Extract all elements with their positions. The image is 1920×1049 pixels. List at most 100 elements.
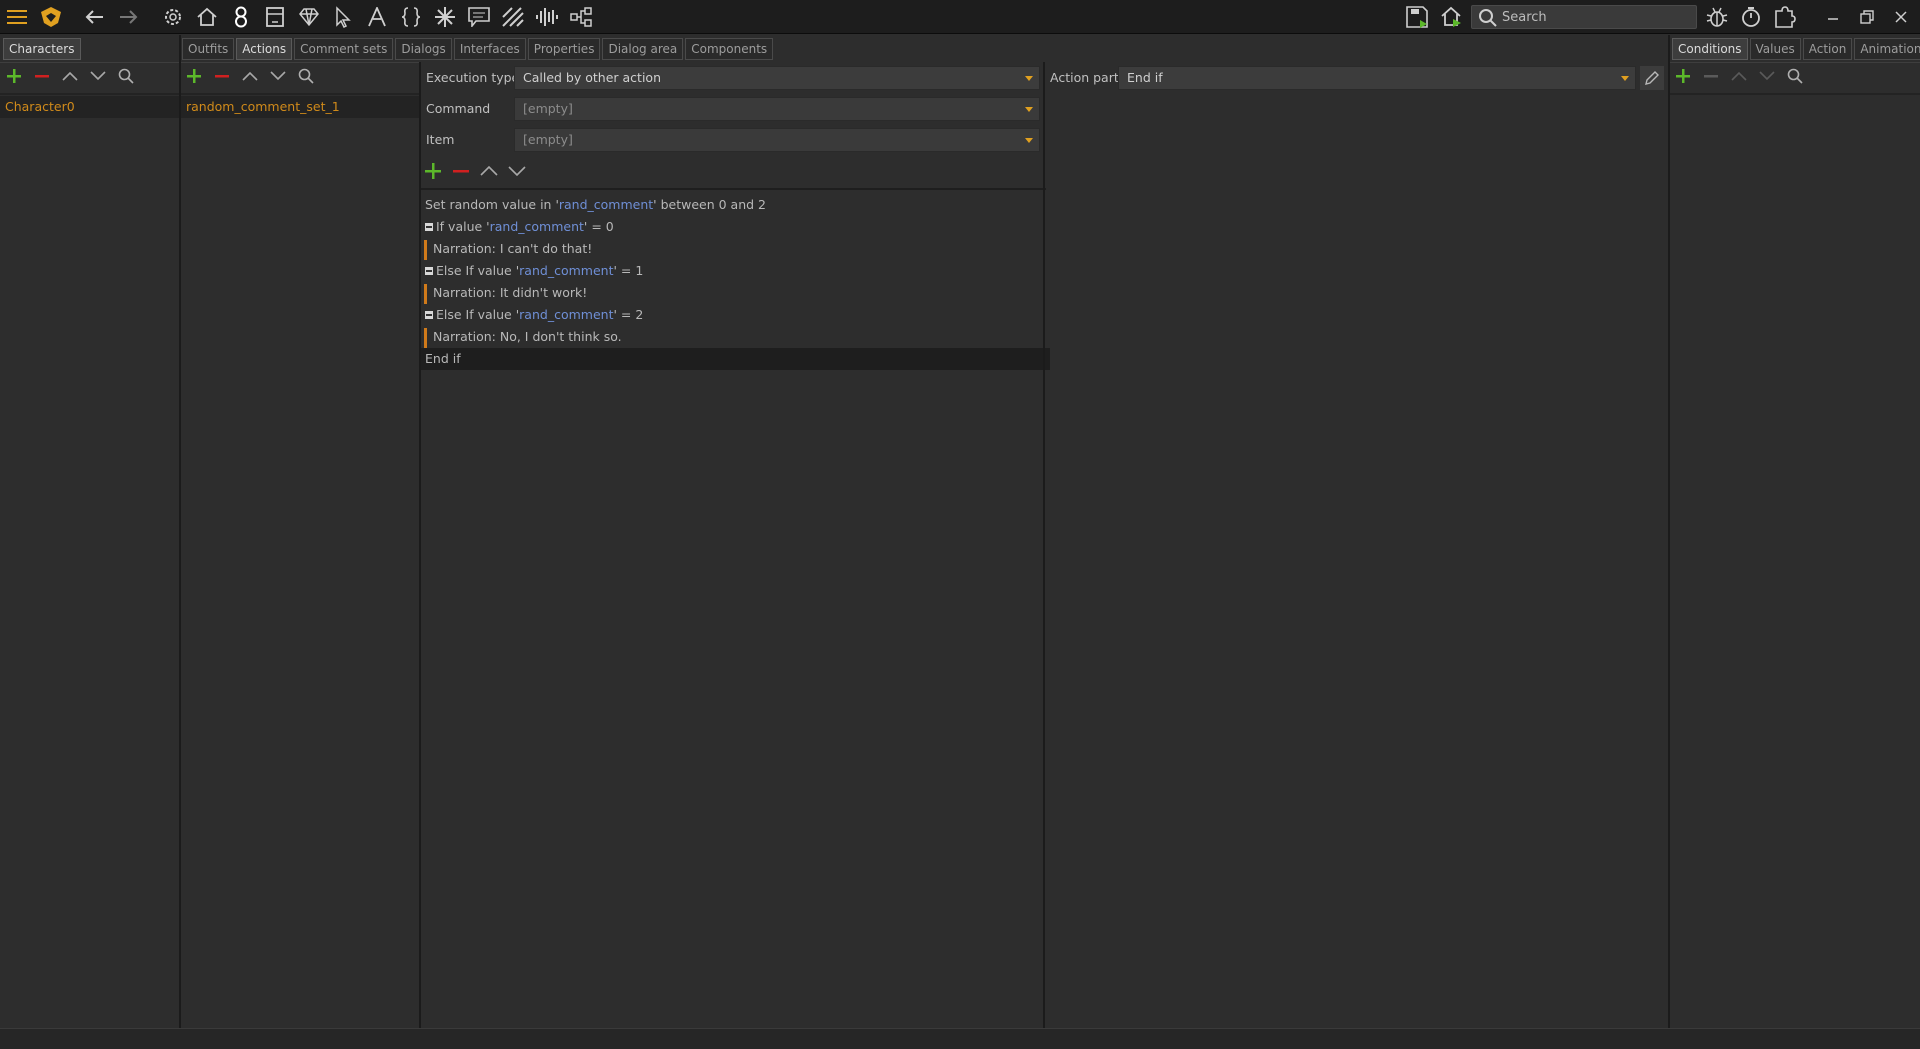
list-item-action[interactable]: random_comment_set_1 [181, 96, 419, 118]
script-text: If value ' [436, 219, 490, 234]
execution-type-value: Called by other action [523, 70, 661, 85]
add-condition-button[interactable] [1673, 66, 1693, 86]
add-action-button[interactable] [184, 66, 204, 86]
panel-separator [1043, 62, 1045, 1028]
tab-comment-sets[interactable]: Comment sets [294, 38, 394, 60]
script-line-else-if[interactable]: Else If value 'rand_comment' = 1 [421, 260, 1044, 282]
collapse-toggle-icon[interactable] [425, 311, 433, 319]
item-dropdown[interactable]: [empty] [514, 128, 1040, 152]
script-line-set-random[interactable]: Set random value in 'rand_comment' betwe… [421, 194, 1048, 216]
remove-script-line-button[interactable] [451, 161, 471, 181]
action-part-label: Action part [1050, 70, 1119, 85]
move-down-chevron-icon[interactable] [88, 66, 108, 86]
home-icon[interactable] [194, 4, 220, 30]
divider [1670, 62, 1920, 63]
forward-arrow-icon[interactable] [115, 4, 141, 30]
move-up-chevron-icon[interactable] [240, 66, 260, 86]
list-item-character[interactable]: Character0 [0, 96, 179, 118]
move-up-chevron-icon[interactable] [1729, 66, 1749, 86]
command-dropdown[interactable]: [empty] [514, 97, 1040, 121]
edit-pencil-icon[interactable] [1640, 66, 1664, 90]
menu-icon[interactable] [4, 4, 30, 30]
tab-animation-frame[interactable]: Animation fram [1854, 38, 1920, 60]
save-icon[interactable] [1404, 4, 1430, 30]
collapse-toggle-icon[interactable] [425, 267, 433, 275]
command-label: Command [426, 101, 491, 116]
remove-condition-button[interactable] [1701, 66, 1721, 86]
tab-conditions[interactable]: Conditions [1672, 38, 1748, 60]
search-conditions-icon[interactable] [1785, 66, 1805, 86]
character-icon[interactable] [228, 4, 254, 30]
execution-type-dropdown[interactable]: Called by other action [514, 66, 1040, 90]
collapse-toggle-icon[interactable] [425, 223, 433, 231]
move-down-chevron-icon[interactable] [268, 66, 288, 86]
script-line-narration[interactable]: Narration: It didn't work! [421, 282, 1044, 304]
script-variable: rand_comment [558, 197, 654, 212]
tab-dialog-area[interactable]: Dialog area [602, 38, 684, 60]
debug-bug-icon[interactable] [1704, 4, 1730, 30]
diamond-icon[interactable] [296, 4, 322, 30]
font-icon[interactable] [364, 4, 390, 30]
chevron-down-icon [1025, 107, 1033, 112]
plugins-puzzle-icon[interactable] [1772, 4, 1798, 30]
tab-dialogs[interactable]: Dialogs [395, 38, 452, 60]
move-down-chevron-icon[interactable] [507, 161, 527, 181]
tab-interfaces[interactable]: Interfaces [453, 38, 526, 60]
search-actions-icon[interactable] [296, 66, 316, 86]
characters-toolbar [4, 65, 136, 87]
tab-action[interactable]: Action [1802, 38, 1853, 60]
action-part-dropdown[interactable]: End if [1118, 66, 1636, 90]
tab-characters[interactable]: Characters [3, 38, 81, 60]
panel-separator [179, 35, 181, 1028]
search-input[interactable]: Search [1471, 5, 1697, 29]
audio-waveform-icon[interactable] [534, 4, 560, 30]
script-line-else-if[interactable]: Else If value 'rand_comment' = 2 [421, 304, 1044, 326]
script-text: Else If value ' [436, 307, 520, 322]
tab-components[interactable]: Components [685, 38, 774, 60]
settings-gear-icon[interactable] [160, 4, 186, 30]
script-variable: rand_comment [519, 263, 614, 278]
add-character-button[interactable] [4, 66, 24, 86]
script-line-narration[interactable]: Narration: I can't do that! [421, 238, 1044, 260]
chevron-down-icon [1025, 138, 1033, 143]
tab-actions[interactable]: Actions [236, 38, 293, 60]
script-text: ' = 2 [613, 307, 644, 322]
script-text: ' between 0 and 2 [653, 197, 766, 212]
list-top-line [181, 93, 419, 95]
chevron-down-icon [1025, 76, 1033, 81]
right-tabstrip: Conditions Values Action Animation fram [1672, 38, 1920, 62]
actions-toolbar [184, 65, 316, 87]
particles-snowflake-icon[interactable] [432, 4, 458, 30]
move-down-chevron-icon[interactable] [1757, 66, 1777, 86]
script-line-if[interactable]: If value 'rand_comment' = 0 [421, 216, 1044, 238]
node-graph-icon[interactable] [568, 4, 594, 30]
status-bar [0, 1028, 1920, 1049]
panel-separator [1668, 35, 1670, 1028]
back-arrow-icon[interactable] [82, 4, 108, 30]
search-characters-icon[interactable] [116, 66, 136, 86]
room-icon[interactable] [262, 4, 288, 30]
script-braces-icon[interactable] [398, 4, 424, 30]
list-top-line [1670, 93, 1920, 95]
dialog-bubble-icon[interactable] [466, 4, 492, 30]
execution-type-label: Execution type [426, 70, 520, 85]
logo-icon [38, 4, 64, 30]
remove-character-button[interactable] [32, 66, 52, 86]
minimize-window-icon[interactable] [1820, 4, 1846, 30]
hatch-pattern-icon[interactable] [500, 4, 526, 30]
restore-window-icon[interactable] [1854, 4, 1880, 30]
script-line-end-if-selected[interactable]: End if [421, 348, 1050, 370]
stopwatch-icon[interactable] [1738, 4, 1764, 30]
move-up-chevron-icon[interactable] [479, 161, 499, 181]
close-window-icon[interactable] [1888, 4, 1914, 30]
move-up-chevron-icon[interactable] [60, 66, 80, 86]
remove-action-button[interactable] [212, 66, 232, 86]
tab-values[interactable]: Values [1749, 38, 1801, 60]
tab-outfits[interactable]: Outfits [182, 38, 235, 60]
script-line-narration[interactable]: Narration: No, I don't think so. [421, 326, 1044, 348]
cursor-icon[interactable] [330, 4, 356, 30]
indent-bar [424, 283, 427, 304]
add-script-line-button[interactable] [423, 161, 443, 181]
tab-properties[interactable]: Properties [527, 38, 601, 60]
run-home-icon[interactable] [1438, 4, 1464, 30]
